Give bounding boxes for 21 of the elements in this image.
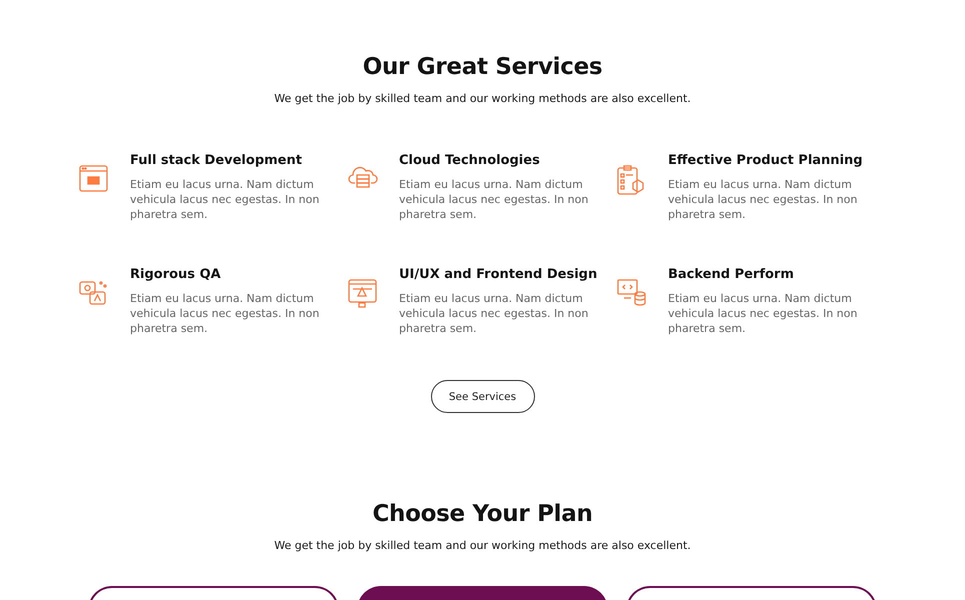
- section-subtitle: We get the job by skilled team and our working methods are also excellent.: [274, 92, 691, 106]
- design-screen-icon: [348, 279, 377, 309]
- service-description: Etiam eu lacus urna. Nam dictum vehicula lacus nec egestas. In non pharetra sem.: [130, 291, 320, 336]
- service-description: Etiam eu lacus urna. Nam dictum vehicula lacus nec egestas. In non pharetra sem.: [668, 291, 858, 336]
- section-heading: Choose Your Plan: [372, 500, 593, 529]
- service-title: Cloud Technologies: [399, 152, 541, 170]
- clipboard-box-icon: [617, 165, 645, 195]
- service-title: Rigorous QA: [130, 266, 222, 284]
- service-title: UI/UX and Frontend Design: [399, 266, 598, 284]
- service-title: Backend Perform: [668, 266, 795, 284]
- service-title: Full stack Development: [130, 152, 303, 170]
- service-title: Effective Product Planning: [668, 152, 864, 170]
- monitor-database-icon: [617, 279, 647, 307]
- service-description: Etiam eu lacus urna. Nam dictum vehicula lacus nec egestas. In non pharetra sem.: [399, 291, 590, 336]
- service-description: Etiam eu lacus urna. Nam dictum vehicula lacus nec egestas. In non pharetra sem.: [130, 177, 320, 222]
- service-description: Etiam eu lacus urna. Nam dictum vehicula lacus nec egestas. In non pharetra sem.: [668, 177, 858, 222]
- service-description: Etiam eu lacus urna. Nam dictum vehicula lacus nec egestas. In non pharetra sem.: [399, 177, 590, 222]
- section-heading: Our Great Services: [362, 53, 602, 82]
- see-services-button[interactable]: See Services: [430, 380, 534, 413]
- section-subtitle: We get the job by skilled team and our working methods are also excellent.: [274, 539, 691, 553]
- browser-window-icon: [79, 165, 108, 192]
